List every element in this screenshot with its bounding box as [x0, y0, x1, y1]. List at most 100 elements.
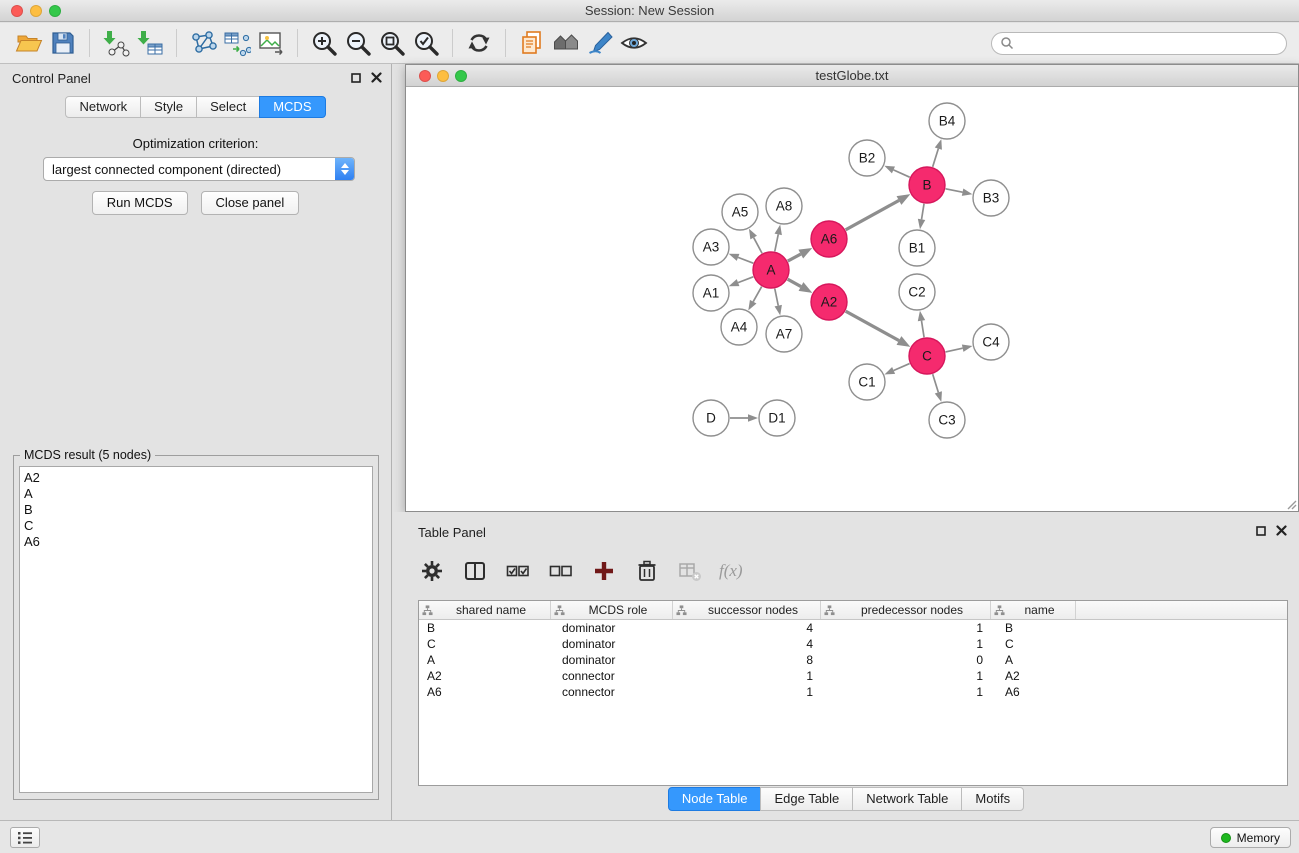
table-row[interactable]: A6connector11A6 [419, 684, 1287, 700]
graph-node-D1[interactable]: D1 [759, 400, 795, 436]
graph-node-B4[interactable]: B4 [929, 103, 965, 139]
graph-node-B2[interactable]: B2 [849, 140, 885, 176]
import-table-button[interactable] [133, 27, 167, 59]
zoom-in-button[interactable] [307, 27, 341, 59]
tab-network[interactable]: Network [65, 96, 141, 118]
import-network-button[interactable] [99, 27, 133, 59]
graph-edge-A6-B[interactable] [846, 200, 899, 229]
layout-button[interactable] [549, 27, 583, 59]
table-settings-button[interactable] [418, 557, 446, 585]
optimization-select[interactable]: largest connected component (directed) [43, 157, 355, 181]
graph-node-A2[interactable]: A2 [811, 284, 847, 320]
graph-edge-A-A4[interactable] [753, 287, 762, 302]
graph-edge-A-A6[interactable] [788, 254, 801, 261]
table-row[interactable]: Bdominator41B [419, 620, 1287, 636]
network-canvas[interactable]: B4 B2 B B3 A8A5 A6 A3 B1 A C2 A1 A2 A4A7 C4 C C1 C3 D D1 [406, 87, 1298, 511]
graph-node-C1[interactable]: C1 [849, 364, 885, 400]
close-table-panel-button[interactable] [1276, 525, 1287, 536]
search-input[interactable] [1019, 36, 1278, 50]
mcds-result-item[interactable]: A [20, 486, 372, 502]
toggle-view-button[interactable] [617, 27, 651, 59]
zoom-selected-button[interactable] [409, 27, 443, 59]
run-mcds-button[interactable]: Run MCDS [92, 191, 188, 215]
mcds-result-item[interactable]: A6 [20, 534, 372, 550]
graph-edge-A-A8[interactable] [775, 234, 778, 251]
close-window-button[interactable] [11, 5, 23, 17]
graph-edge-C-C1[interactable] [894, 364, 910, 371]
graph-node-C2[interactable]: C2 [899, 274, 935, 310]
mcds-result-item[interactable]: C [20, 518, 372, 534]
close-panel-button[interactable] [371, 72, 382, 83]
tab-node-table[interactable]: Node Table [668, 787, 762, 811]
zoom-out-button[interactable] [341, 27, 375, 59]
column-header-name[interactable]: name [991, 601, 1076, 619]
graph-node-D[interactable]: D [693, 400, 729, 436]
select-all-button[interactable] [504, 557, 532, 585]
graph-node-A[interactable]: A [753, 252, 789, 288]
graph-node-A7[interactable]: A7 [766, 316, 802, 352]
table-row[interactable]: Adominator80A [419, 652, 1287, 668]
graph-node-C4[interactable]: C4 [973, 324, 1009, 360]
zoom-network-button[interactable] [455, 70, 467, 82]
minimize-window-button[interactable] [30, 5, 42, 17]
float-panel-button[interactable] [351, 73, 361, 83]
resize-grip[interactable] [1285, 498, 1297, 510]
save-session-button[interactable] [46, 27, 80, 59]
tab-style[interactable]: Style [140, 96, 197, 118]
column-header-successor-nodes[interactable]: successor nodes [673, 601, 821, 619]
tab-network-table[interactable]: Network Table [852, 787, 962, 811]
new-network-button[interactable] [186, 27, 220, 59]
graph-edge-B-B4[interactable] [933, 149, 939, 167]
graph-node-B[interactable]: B [909, 167, 945, 203]
toggle-columns-button[interactable] [461, 557, 489, 585]
add-row-button[interactable] [590, 557, 618, 585]
graph-edge-B-B1[interactable] [922, 204, 924, 220]
graph-node-C3[interactable]: C3 [929, 402, 965, 438]
graph-edge-A2-C[interactable] [846, 311, 899, 340]
graph-node-A3[interactable]: A3 [693, 229, 729, 265]
style-button[interactable] [583, 27, 617, 59]
graph-node-C[interactable]: C [909, 338, 945, 374]
delete-row-button[interactable] [633, 557, 661, 585]
task-history-button[interactable] [10, 827, 40, 848]
graph-edge-A-A1[interactable] [738, 277, 753, 283]
mcds-result-item[interactable]: A2 [20, 470, 372, 486]
network-window-titlebar[interactable]: testGlobe.txt [406, 65, 1298, 87]
zoom-window-button[interactable] [49, 5, 61, 17]
graph-edge-B-B3[interactable] [946, 189, 963, 192]
graph-edge-C-C3[interactable] [933, 374, 939, 392]
network-from-table-button[interactable] [220, 27, 254, 59]
open-session-button[interactable] [12, 27, 46, 59]
tab-select[interactable]: Select [196, 96, 260, 118]
export-image-button[interactable] [254, 27, 288, 59]
function-builder-button[interactable]: f(x) [719, 557, 743, 585]
table-row[interactable]: A2connector11A2 [419, 668, 1287, 684]
close-panel-button-2[interactable]: Close panel [201, 191, 300, 215]
graph-edge-A-A2[interactable] [788, 279, 801, 286]
memory-button[interactable]: Memory [1210, 827, 1291, 848]
graph-node-B1[interactable]: B1 [899, 230, 935, 266]
tab-motifs[interactable]: Motifs [961, 787, 1024, 811]
graph-node-A8[interactable]: A8 [766, 188, 802, 224]
column-header-predecessor-nodes[interactable]: predecessor nodes [821, 601, 991, 619]
minimize-network-button[interactable] [437, 70, 449, 82]
graph-edge-A-A7[interactable] [775, 289, 778, 306]
table-row[interactable]: Cdominator41C [419, 636, 1287, 652]
float-table-panel-button[interactable] [1256, 526, 1266, 536]
deselect-all-button[interactable] [547, 557, 575, 585]
graph-node-A5[interactable]: A5 [722, 194, 758, 230]
graph-edge-A-A5[interactable] [754, 238, 762, 254]
graph-node-B3[interactable]: B3 [973, 180, 1009, 216]
column-header-MCDS-role[interactable]: MCDS role [551, 601, 673, 619]
graph-edge-C-C2[interactable] [921, 321, 924, 338]
refresh-view-button[interactable] [462, 27, 496, 59]
graph-node-A4[interactable]: A4 [721, 309, 757, 345]
mcds-result-list[interactable]: A2ABCA6 [19, 466, 373, 793]
graph-node-A1[interactable]: A1 [693, 275, 729, 311]
tab-edge-table[interactable]: Edge Table [760, 787, 853, 811]
graph-node-A6[interactable]: A6 [811, 221, 847, 257]
graph-edge-B-B2[interactable] [893, 170, 909, 177]
graph-edge-A-A3[interactable] [738, 257, 753, 263]
graph-edge-C-C4[interactable] [946, 348, 963, 352]
tab-mcds[interactable]: MCDS [259, 96, 325, 118]
